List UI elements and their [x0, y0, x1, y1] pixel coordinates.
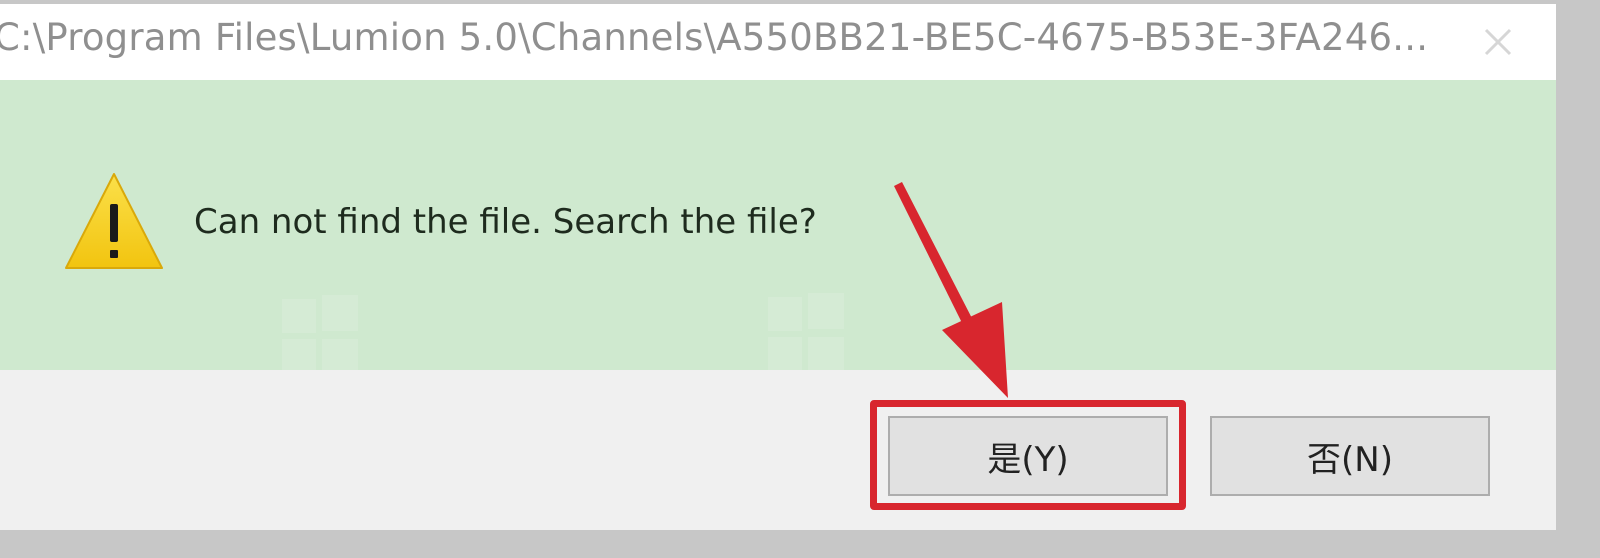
dialog-footer: 是(Y) 否(N) — [0, 370, 1556, 530]
dialog-titlebar[interactable]: C:\Program Files\Lumion 5.0\Channels\A55… — [0, 4, 1556, 80]
dialog-content: Can not find the file. Search the file? — [0, 80, 1556, 373]
warning-icon — [65, 173, 163, 269]
no-button[interactable]: 否(N) — [1210, 416, 1490, 496]
watermark-logo — [768, 293, 844, 371]
dialog-title: C:\Program Files\Lumion 5.0\Channels\A55… — [0, 16, 1429, 59]
screenshot-page: C:\Program Files\Lumion 5.0\Channels\A55… — [0, 0, 1600, 558]
close-icon[interactable] — [1478, 22, 1518, 62]
pointer-arrow-icon — [894, 182, 1008, 398]
highlight-box — [870, 400, 1186, 510]
dialog-message: Can not find the file. Search the file? — [194, 202, 817, 242]
watermark-logo — [282, 295, 358, 373]
message-dialog: C:\Program Files\Lumion 5.0\Channels\A55… — [0, 4, 1556, 530]
